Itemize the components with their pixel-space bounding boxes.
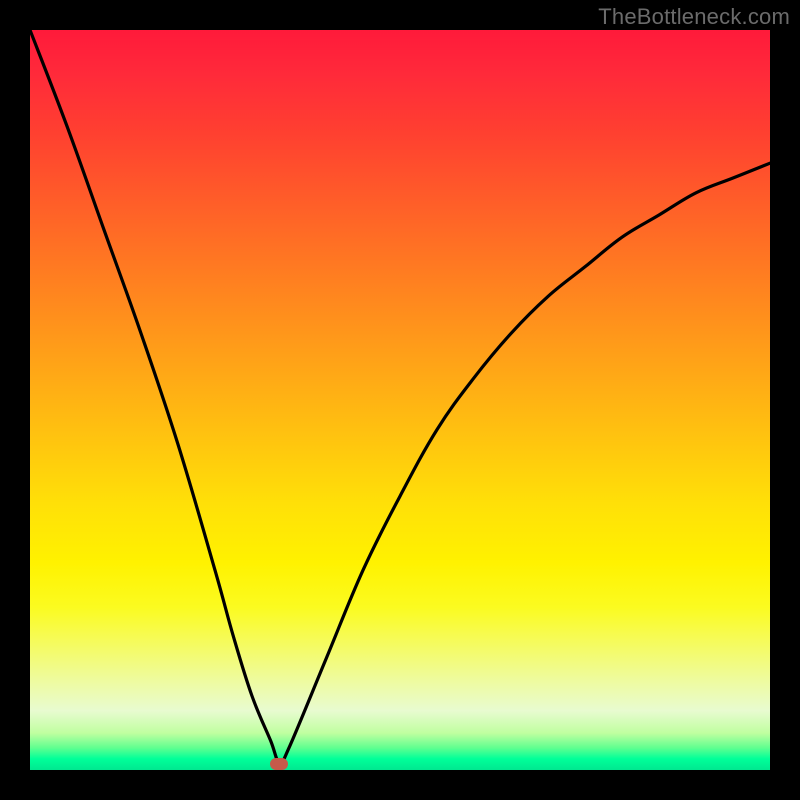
optimal-point-marker [270,758,288,770]
bottleneck-curve [30,30,770,770]
chart-frame: TheBottleneck.com [0,0,800,800]
watermark-text: TheBottleneck.com [598,4,790,30]
plot-area [30,30,770,770]
